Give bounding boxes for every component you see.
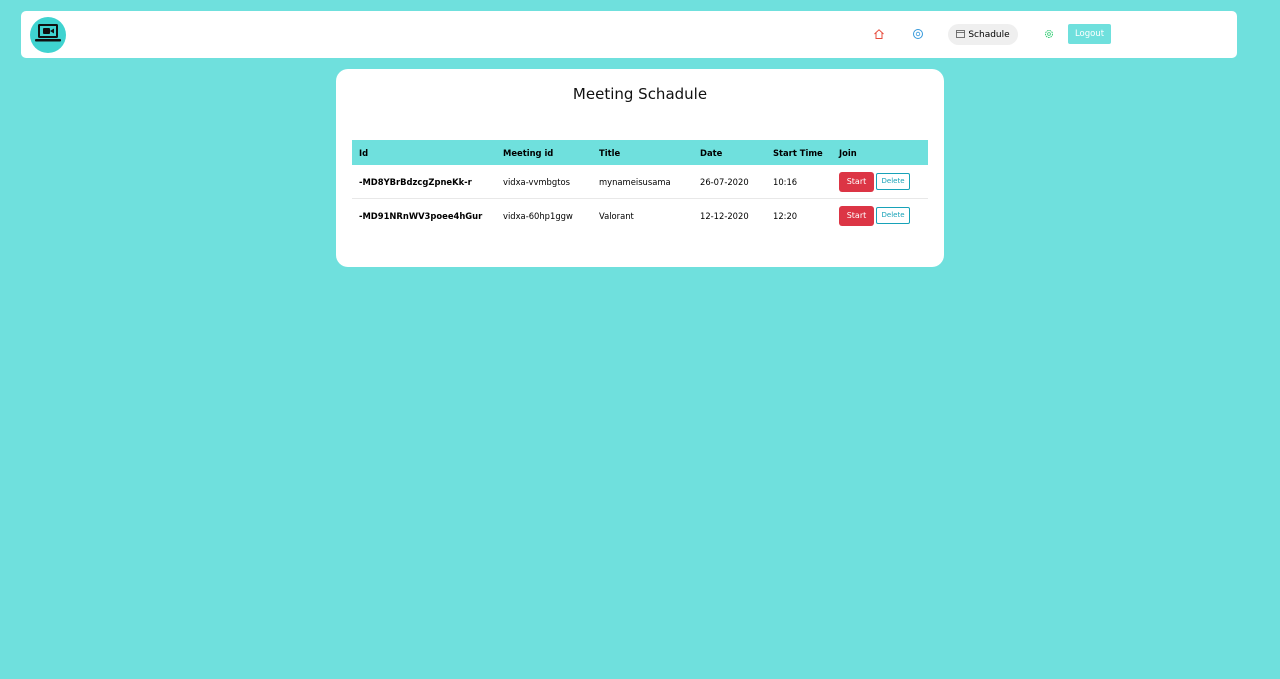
- delete-button[interactable]: Delete: [876, 207, 910, 224]
- row-title: Valorant: [599, 210, 634, 221]
- row-start-time: 12:20: [773, 210, 798, 221]
- column-header-meeting-id: Meeting id: [496, 140, 592, 165]
- row-id: -MD91NRnWV3poee4hGur: [359, 210, 483, 221]
- table-row: -MD91NRnWV3poee4hGur vidxa-60hp1ggw Valo…: [352, 199, 928, 233]
- schedule-nav-button[interactable]: Schadule: [948, 24, 1018, 45]
- column-header-date: Date: [693, 140, 766, 165]
- page-title: Meeting Schadule: [572, 85, 708, 103]
- row-date: 12-12-2020: [700, 210, 749, 221]
- row-start-time: 10:16: [766, 165, 832, 199]
- calendar-icon: [956, 29, 966, 41]
- column-header-start-time: Start Time: [766, 140, 832, 165]
- row-date: 26-07-2020: [693, 165, 766, 199]
- start-button[interactable]: Start: [839, 171, 874, 192]
- row-join-actions: Start Delete: [832, 199, 928, 233]
- navbar: Schadule Logout: [21, 11, 1237, 58]
- video-laptop-icon: [35, 23, 61, 47]
- meetings-table: Id Meeting id Title Date Start Time Join…: [352, 140, 928, 232]
- column-header-id: Id: [352, 140, 496, 165]
- column-header-title: Title: [592, 140, 693, 165]
- row-meeting-id: vidxa-60hp1ggw: [503, 210, 573, 221]
- app-logo[interactable]: [30, 17, 66, 53]
- row-id: -MD8YBrBdzcgZpneKk-r: [352, 165, 496, 199]
- chat-icon[interactable]: [911, 27, 925, 41]
- schedule-nav-label: Schadule: [968, 29, 1010, 40]
- home-icon[interactable]: [872, 27, 886, 41]
- start-button[interactable]: Start: [839, 205, 874, 226]
- table-row: -MD8YBrBdzcgZpneKk-r vidxa-vvmbgtos myna…: [352, 165, 928, 199]
- row-title: mynameisusama: [592, 165, 693, 199]
- row-join-actions: Start Delete: [832, 165, 928, 199]
- meeting-schedule-card: Meeting Schadule Id Meeting id Title Dat…: [336, 69, 944, 267]
- logout-button[interactable]: Logout: [1068, 24, 1111, 44]
- table-header-row: Id Meeting id Title Date Start Time Join: [352, 140, 928, 165]
- delete-button[interactable]: Delete: [876, 173, 910, 190]
- gear-icon[interactable]: [1042, 27, 1056, 41]
- row-meeting-id: vidxa-vvmbgtos: [496, 165, 592, 199]
- column-header-join: Join: [832, 140, 928, 165]
